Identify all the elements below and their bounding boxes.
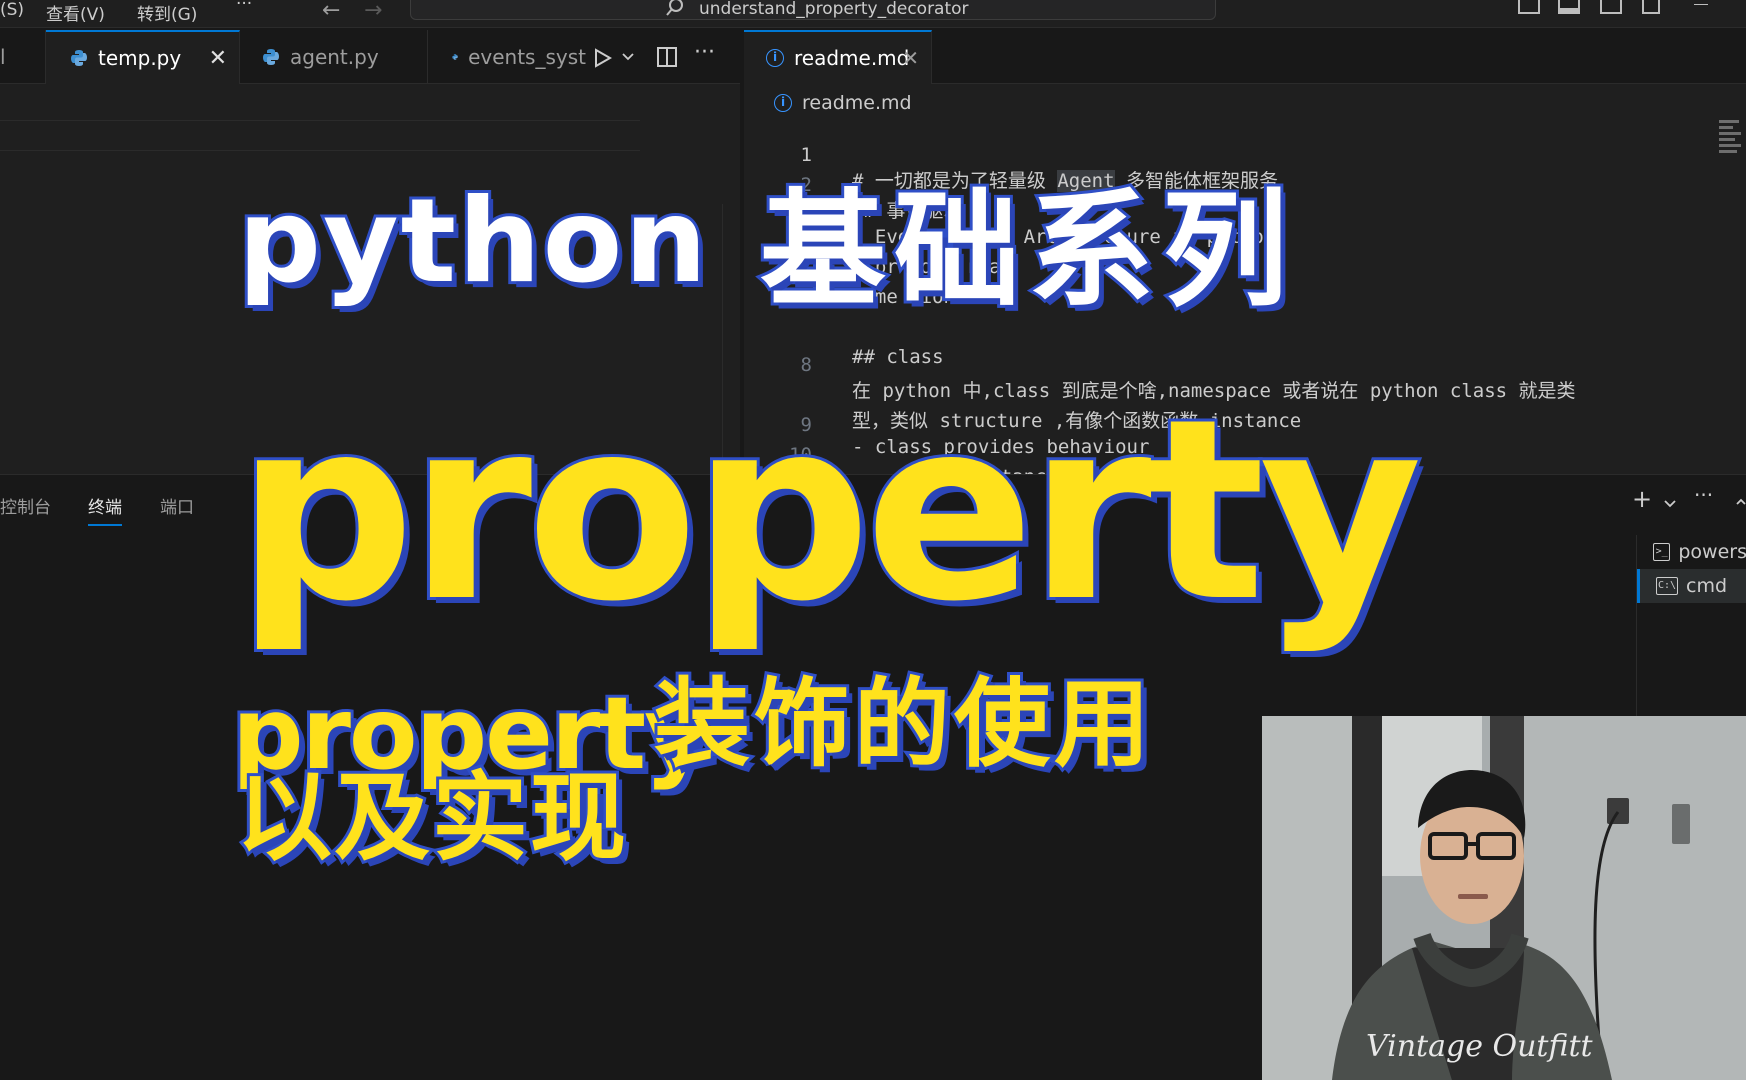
tab-events-system[interactable]: events_syst [428,30,586,84]
tab-partial-label: l [0,45,6,69]
svg-text:Vintage Outfitt: Vintage Outfitt [1366,1029,1594,1064]
tab-temp-py-label: temp.py [98,46,182,70]
tab-partial[interactable]: l [0,30,46,84]
title-bar: (S) 查看(V) 转到(G) ··· ← → understand_prope… [0,0,1746,28]
terminal-list: >_ powers C:\ cmd [1636,535,1746,655]
python-file-icon [71,50,87,66]
tab-ports[interactable]: 端口 [160,493,194,518]
overlay-subtitle-cjk: 装饰的使用 [651,668,1154,780]
split-editor-icon[interactable] [656,46,678,68]
tab-terminal[interactable]: 终端 [88,493,122,526]
run-icon[interactable] [594,48,612,68]
python-file-icon [263,49,279,65]
divider [0,120,640,121]
search-icon [666,0,683,16]
close-icon[interactable]: ✕ [902,46,919,70]
code-line: 1 # 一切都是为了轻量级 Agent 多智能体框架服务 [744,122,1278,192]
terminal-item-cmd[interactable]: C:\ cmd [1637,569,1746,603]
presenter-image: Vintage Outfitt [1262,716,1746,1080]
tab-events-system-label: events_syst [468,45,586,69]
overlay-big-title: property [233,365,1425,656]
python-file-icon [452,54,458,60]
terminal-label: powers [1678,541,1746,563]
chevron-down-icon[interactable] [1664,499,1676,509]
back-arrow-icon[interactable]: ← [322,0,340,23]
menu-more[interactable]: ··· [236,0,252,14]
code-line: 2 ## 事件驱动 [744,152,963,222]
terminal-item-powershell[interactable]: >_ powers [1637,535,1746,569]
breadcrumb[interactable]: i readme.md [774,92,912,114]
overlay-subtitle-line2: 以及实现 [233,762,629,874]
cmd-icon: C:\ [1656,577,1678,595]
tab-readme-label: readme.md [794,46,910,70]
overlay-title-cjk: 基础系列 [757,177,1296,324]
breadcrumb-file: readme.md [802,92,912,114]
code-line: 8 在 python 中,class 到底是个啥,namespace 或者说在 … [744,332,1576,402]
command-center[interactable]: understand_property_decorator [410,0,1216,20]
overlay-title-latin: python [235,174,710,309]
left-tab-bar: l temp.py ✕ agent.py events_syst ··· [0,30,740,114]
webcam-video: Vintage Outfitt [1262,716,1746,1080]
new-terminal-icon[interactable]: + [1632,485,1652,513]
toggle-secondary-sidebar-icon[interactable] [1600,0,1622,14]
command-center-text: understand_property_decorator [699,0,969,19]
info-icon: i [766,49,784,67]
more-actions-icon[interactable]: ··· [694,40,715,65]
customize-layout-icon[interactable] [1642,0,1660,14]
menu-selection[interactable]: (S) [0,0,24,20]
chevron-up-icon[interactable] [1736,497,1746,507]
close-icon[interactable]: ✕ [209,46,227,71]
terminal-icon: >_ [1653,543,1671,561]
tab-temp-py[interactable]: temp.py ✕ [46,30,240,84]
tab-readme-md[interactable]: i readme.md ✕ [744,30,932,84]
tab-debug-console[interactable]: 控制台 [0,493,51,518]
toggle-sidebar-icon[interactable] [1518,0,1540,14]
tab-agent-py-label: agent.py [290,45,379,69]
menu-goto[interactable]: 转到(G) [137,0,197,25]
divider [0,150,640,151]
forward-arrow-icon[interactable]: → [364,0,382,23]
toggle-panel-icon[interactable] [1558,0,1580,14]
tab-agent-py[interactable]: agent.py [240,30,428,84]
terminal-label: cmd [1686,575,1728,597]
minimize-icon[interactable] [1694,4,1708,5]
menu-view[interactable]: 查看(V) [46,0,105,25]
minimap[interactable] [1719,120,1743,160]
chevron-down-icon[interactable] [622,52,634,62]
info-icon: i [774,94,792,112]
right-tab-bar: i readme.md ✕ [744,30,1746,84]
more-actions-icon[interactable]: ··· [1694,483,1713,507]
